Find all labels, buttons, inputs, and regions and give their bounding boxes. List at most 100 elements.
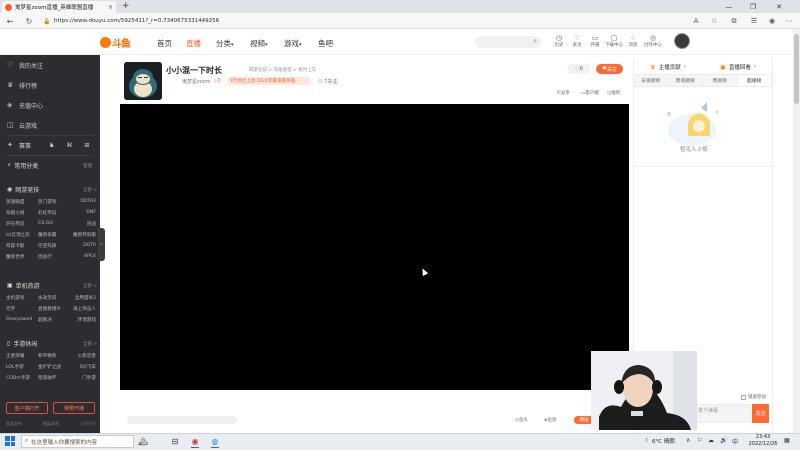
footer-link[interactable]: 家居发布 — [6, 421, 22, 427]
section-more-link[interactable]: 全部 > — [83, 341, 97, 347]
category-link[interactable]: 元宇 — [6, 306, 38, 312]
category-link[interactable]: 彩虹传说 — [38, 210, 72, 216]
category-link[interactable]: 直播看相片 — [38, 306, 72, 312]
category-link[interactable]: 魔兽怀旧服 — [72, 232, 96, 238]
minimize-button[interactable]: — — [718, 0, 740, 13]
chat-send-button[interactable]: 发送 — [752, 404, 769, 423]
category-link[interactable]: DNF — [72, 210, 96, 216]
category-link[interactable]: 暗黑破坏 — [38, 375, 72, 381]
video-player[interactable] — [120, 104, 629, 390]
start-broadcast-button[interactable]: 我要开播 — [53, 402, 95, 414]
back-icon[interactable]: ← — [4, 15, 16, 27]
user-avatar[interactable] — [674, 33, 690, 49]
share-button[interactable]: ⇱分享 — [557, 90, 570, 96]
category-link[interactable]: lol云顶之弈 — [6, 232, 38, 238]
tray-cloud-icon[interactable]: ☁ — [708, 437, 714, 444]
douyu-logo[interactable]: 斗鱼 — [100, 35, 133, 50]
fish-ball-balance[interactable]: ◎鱼丸 — [515, 417, 528, 423]
site-search-input[interactable]: ⌕ — [475, 36, 541, 48]
category-link[interactable]: CS:GO — [38, 221, 72, 227]
follow-button[interactable]: ♥ 关注 — [596, 64, 623, 74]
category-link[interactable]: 和平精英 — [38, 353, 72, 359]
collections-icon[interactable]: ☰ — [748, 15, 760, 27]
category-link[interactable]: 海上突击人 — [72, 306, 96, 312]
header-download[interactable]: ▢ 下载中心 — [604, 34, 624, 48]
tab-anchor-contribution[interactable]: ♛ 主播贡献 › — [633, 61, 703, 73]
taskbar-edge-icon[interactable]: ◍ — [208, 435, 222, 448]
sidebar-item-cloud-game[interactable]: ◫ 云游戏 — [0, 117, 100, 133]
taskbar-app-capture-icon[interactable]: ◉ — [188, 435, 202, 448]
category-link[interactable]: APEX — [72, 254, 96, 260]
category-link[interactable]: Overpowed — [6, 317, 38, 323]
fish-fin-balance[interactable]: ◈鱼翅 — [544, 417, 556, 423]
header-creator[interactable]: ◎ 创作中心 — [643, 34, 663, 48]
tab-replay[interactable]: ▣ 直播回看 › — [703, 61, 773, 73]
maximize-button[interactable]: ❐ — [742, 0, 764, 13]
category-link[interactable]: 团战行 — [38, 254, 72, 260]
category-link[interactable]: 王者荣耀 — [6, 353, 38, 359]
taskbar-clock[interactable]: 23:43 2022/12/26 — [748, 434, 778, 448]
url-field[interactable]: https://www.douyu.com/5925411?_r=0.73406… — [54, 16, 684, 26]
client-button[interactable]: ▭客户端 — [581, 90, 599, 96]
category-link[interactable]: 主机游戏 — [6, 295, 38, 301]
header-messages[interactable]: ♢ 消息 — [623, 34, 643, 48]
tab-weekly[interactable]: 周贡献榜 — [669, 75, 703, 86]
tray-ime-icon[interactable]: 中 — [732, 437, 738, 446]
category-link[interactable]: 炉石传说 — [6, 221, 38, 227]
section-more-link[interactable]: 全部 > — [83, 283, 97, 289]
notification-icon[interactable]: ▦ — [784, 437, 790, 444]
profile-icon[interactable]: ◉ — [766, 15, 778, 27]
sidebar-item-recharge[interactable]: ◈ 充值中心 — [0, 97, 100, 113]
category-link[interactable]: 金铲铲之战 — [38, 364, 72, 370]
new-tab-button[interactable]: + — [122, 1, 130, 11]
welfare-button[interactable]: ◫福利 — [607, 90, 620, 96]
favorite-star-icon[interactable]: ☆ — [708, 15, 720, 27]
category-link[interactable]: 英雄联盟 — [6, 199, 38, 205]
search-icon[interactable]: ⌕ — [533, 37, 537, 46]
nav-fishbar[interactable]: 鱼吧 — [318, 38, 333, 49]
sidebar-item-ranking[interactable]: ♛ 排行榜 — [0, 77, 100, 93]
gamepad-icon[interactable]: ⌘ — [66, 142, 72, 149]
category-link[interactable]: 超解决 — [38, 317, 72, 323]
nav-home[interactable]: 首页 — [157, 38, 172, 49]
refresh-icon[interactable]: ↻ — [23, 15, 35, 27]
tab-weekly-rank[interactable]: 周榜榜 — [703, 75, 738, 86]
category-link[interactable]: QQ飞车 — [72, 364, 96, 370]
category-link[interactable]: 阿森卡斯 — [6, 243, 38, 249]
footer-link[interactable]: 精英联系 — [43, 421, 59, 427]
task-view-icon[interactable]: ⊟ — [168, 435, 182, 448]
streamer-name[interactable]: 嵬梦星zoom — [182, 78, 211, 85]
lock-scroll-checkbox[interactable]: 锁屏停动 — [741, 394, 766, 400]
browser-tab[interactable]: 嵬梦星zoom直播_英雄联盟直播 × — [2, 1, 116, 13]
header-broadcast[interactable]: ▭ 开播 — [585, 34, 605, 48]
room-breadcrumb[interactable]: 网游竞技 > 英雄联盟 > 暂时上车 — [249, 67, 316, 73]
category-link[interactable]: 热门游戏 — [38, 199, 72, 205]
category-link[interactable]: LOL手游 — [6, 364, 38, 370]
category-link[interactable]: 火影忍者 — [72, 353, 96, 359]
category-link[interactable]: 魔兽世界 — [6, 254, 38, 260]
weather-widget[interactable]: ☾ 6°C 晴朗 — [645, 437, 675, 445]
sidebar-item-esports[interactable]: ✦ 赛事 ♞ ⌘ ⊞ — [0, 137, 100, 153]
tray-flag-icon[interactable]: ⚐ — [697, 437, 702, 444]
read-aloud-icon[interactable]: A — [690, 15, 702, 27]
extensions-icon[interactable]: ⧉ — [728, 15, 740, 27]
category-link[interactable]: 门手游 — [72, 375, 96, 381]
taskbar-search-input[interactable]: ⌕ 在这里输入你要搜索的内容 — [21, 435, 134, 448]
category-link[interactable]: 永劫无间 — [38, 295, 72, 301]
tab-daily[interactable]: 日贡献榜 — [634, 75, 669, 86]
category-link[interactable]: 守望先锋 — [38, 243, 72, 249]
category-link[interactable]: CODm手游 — [6, 375, 38, 381]
category-link[interactable]: 全用猎杀2 — [72, 295, 96, 301]
chat-input[interactable]: 发个弹幕 — [694, 404, 751, 423]
medal-icon[interactable]: ♞ — [49, 142, 54, 149]
section-more-link[interactable]: 全部 > — [83, 187, 97, 193]
room-tag-badge[interactable]: T行场比上场 2021年最爱看英雄 — [227, 77, 311, 85]
tab-close-icon[interactable]: × — [108, 4, 113, 11]
category-link[interactable]: DOTA — [72, 243, 96, 249]
nav-category[interactable]: 分类▾ — [216, 38, 234, 49]
sidebar-item-following[interactable]: ♡ 我的关注 — [0, 57, 100, 73]
scrollbar-thumb[interactable] — [794, 34, 799, 104]
manage-link[interactable]: 管理 — [83, 163, 92, 169]
streamer-avatar[interactable] — [124, 62, 162, 100]
sidebar-collapse-toggle[interactable]: ‹ — [98, 228, 105, 261]
